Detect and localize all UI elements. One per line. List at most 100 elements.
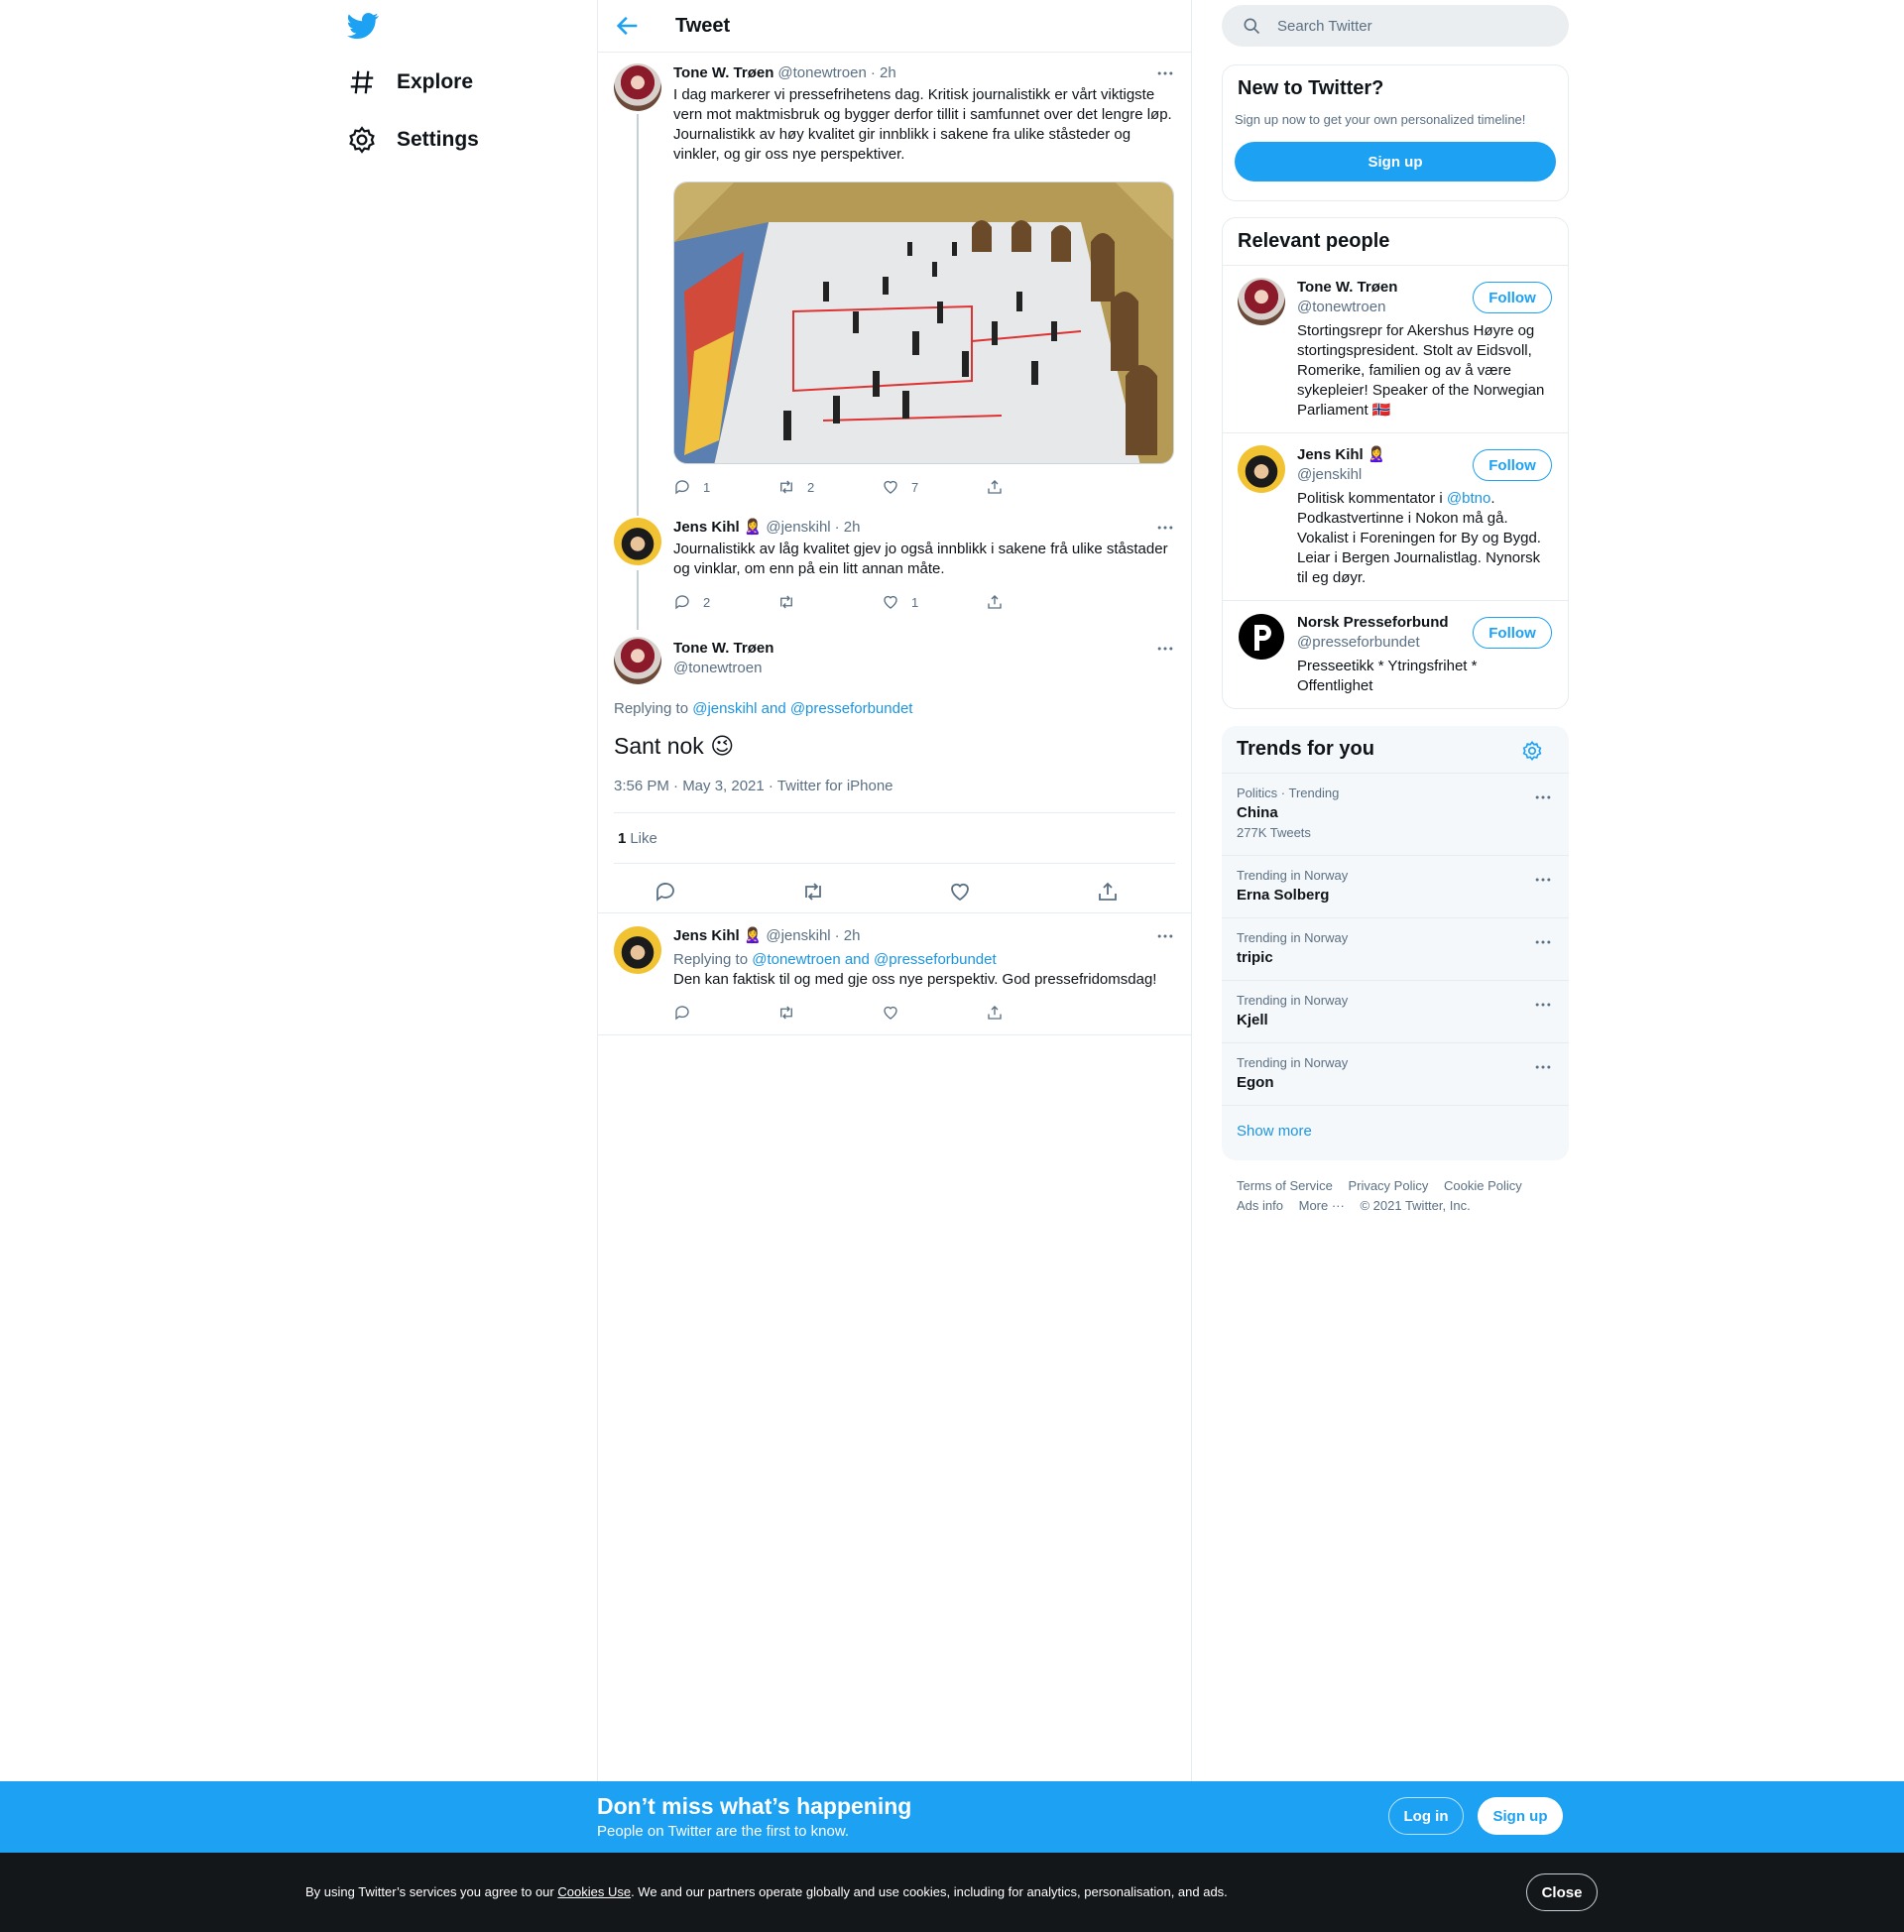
show-more-label[interactable]: Show more: [1237, 1123, 1312, 1140]
more-link[interactable]: More ···: [1299, 1198, 1345, 1213]
more-icon[interactable]: [1155, 63, 1175, 83]
share-button[interactable]: [986, 1004, 1090, 1022]
back-arrow-icon[interactable]: [614, 12, 642, 40]
tweet[interactable]: Tone W. Trøen @tonewtroen · 2h I dag mar…: [614, 63, 1175, 500]
share-icon[interactable]: [1096, 880, 1120, 904]
follow-button[interactable]: Follow: [1473, 282, 1552, 313]
author-name[interactable]: Jens Kihl: [673, 926, 740, 946]
author-name[interactable]: Tone W. Trøen: [673, 63, 774, 83]
person-item[interactable]: Norsk Presseforbund @presseforbundet Pre…: [1223, 600, 1568, 708]
retweet-icon[interactable]: [801, 880, 825, 904]
divider: [598, 1034, 1191, 1035]
like-button[interactable]: [882, 1004, 986, 1022]
close-button[interactable]: Close: [1526, 1873, 1598, 1911]
share-button[interactable]: [986, 593, 1090, 611]
tweet-photo[interactable]: [673, 181, 1174, 464]
author-name[interactable]: Tone W. Trøen: [673, 639, 1175, 659]
more-icon[interactable]: [1533, 787, 1553, 807]
likes-label: Like: [630, 829, 657, 847]
avatar[interactable]: [614, 518, 661, 565]
banner-subtitle: People on Twitter are the first to know.: [597, 1823, 850, 1840]
like-button[interactable]: 1: [882, 593, 986, 611]
avatar[interactable]: [614, 926, 661, 974]
replying-prefix: Replying to: [614, 700, 689, 717]
wink-emoji: 😉: [710, 733, 735, 759]
follow-button[interactable]: Follow: [1473, 449, 1552, 481]
author-handle[interactable]: @tonewtroen: [673, 659, 1175, 678]
tweet-timestamp[interactable]: 3:56 PM · May 3, 2021 · Twitter for iPho…: [614, 778, 893, 794]
replying-to-link[interactable]: @tonewtroen and @presseforbundet: [752, 951, 996, 968]
hall-photo-image: [674, 182, 1173, 463]
person-item[interactable]: Jens Kihl 🙎‍♀️ @jenskihl Politisk kommen…: [1223, 432, 1568, 600]
banner-signup-button[interactable]: Sign up: [1478, 1797, 1563, 1835]
presseforbund-logo-icon: [1239, 614, 1284, 660]
replying-to-link[interactable]: @jenskihl and @presseforbundet: [692, 700, 912, 717]
reply-button[interactable]: 1: [673, 478, 777, 496]
tweet[interactable]: Jens Kihl 🙎‍♀️ @jenskihl · 2h Replying t…: [614, 926, 1175, 1035]
avatar[interactable]: [1238, 613, 1285, 661]
author-handle[interactable]: @jenskihl: [766, 926, 830, 946]
tweet-time[interactable]: · 2h: [835, 926, 861, 946]
nav-settings[interactable]: Settings: [347, 115, 479, 165]
bio-mention-link[interactable]: @btno: [1447, 490, 1490, 507]
tweet-text: Sant nok: [614, 733, 704, 759]
author-name[interactable]: Jens Kihl: [673, 518, 740, 538]
share-icon: [988, 595, 1002, 609]
show-more-link[interactable]: Show more: [1222, 1105, 1569, 1158]
avatar[interactable]: [614, 63, 661, 111]
tweet[interactable]: Jens Kihl 🙎‍♀️ @jenskihl · 2h Journalist…: [614, 518, 1175, 622]
author-handle[interactable]: @jenskihl: [766, 518, 830, 538]
reply-button[interactable]: 2: [673, 593, 777, 611]
tweet-text: I dag markerer vi pressefrihetens dag. K…: [673, 86, 1172, 163]
replying-to: Replying to @tonewtroen and @presseforbu…: [673, 950, 1175, 970]
twitter-logo-icon[interactable]: [347, 10, 379, 42]
tweet-time[interactable]: · 2h: [835, 518, 861, 538]
avatar[interactable]: [1238, 445, 1285, 493]
login-button[interactable]: Log in: [1388, 1797, 1464, 1835]
cookies-use-link[interactable]: Cookies Use: [557, 1884, 631, 1899]
cookie-policy-link[interactable]: Cookie Policy: [1444, 1178, 1522, 1193]
person-bio: Politisk kommentator i @btno. Podkastver…: [1297, 489, 1552, 588]
likes-summary[interactable]: 1 Like: [614, 812, 1175, 864]
reply-icon[interactable]: [654, 880, 677, 904]
search-input[interactable]: Search Twitter: [1277, 18, 1372, 35]
author-handle[interactable]: @tonewtroen: [777, 63, 866, 83]
ads-info-link[interactable]: Ads info: [1237, 1198, 1283, 1213]
trends-title: Trends for you: [1237, 738, 1374, 760]
terms-link[interactable]: Terms of Service: [1237, 1178, 1333, 1193]
divider: [598, 912, 1191, 913]
trend-item[interactable]: Trending in Norway Erna Solberg: [1222, 855, 1569, 917]
sidebar-signup-button[interactable]: Sign up: [1235, 142, 1556, 181]
share-button[interactable]: [986, 478, 1090, 496]
like-button[interactable]: 7: [882, 478, 986, 496]
retweet-button[interactable]: [777, 1004, 882, 1022]
trend-item[interactable]: Politics · Trending China 277K Tweets: [1222, 773, 1569, 855]
gear-icon[interactable]: [1521, 740, 1543, 762]
person-item[interactable]: Tone W. Trøen @tonewtroen Stortingsrepr …: [1223, 265, 1568, 432]
trend-item[interactable]: Trending in Norway Egon: [1222, 1042, 1569, 1105]
more-icon[interactable]: [1155, 639, 1175, 659]
replying-to: Replying to @jenskihl and @presseforbund…: [614, 700, 912, 717]
more-icon[interactable]: [1533, 995, 1553, 1015]
person-name[interactable]: Jens Kihl: [1297, 446, 1364, 463]
tweet-author: Jens Kihl 🙎‍♀️ @jenskihl · 2h: [673, 518, 1175, 538]
trend-item[interactable]: Trending in Norway Kjell: [1222, 980, 1569, 1042]
more-icon[interactable]: [1533, 1057, 1553, 1077]
avatar[interactable]: [614, 637, 661, 684]
more-icon[interactable]: [1155, 926, 1175, 946]
tweet-time[interactable]: · 2h: [871, 63, 896, 83]
reply-button[interactable]: [673, 1004, 777, 1022]
more-icon[interactable]: [1533, 870, 1553, 890]
retweet-button[interactable]: [777, 593, 882, 611]
follow-button[interactable]: Follow: [1473, 617, 1552, 649]
search-box[interactable]: Search Twitter: [1222, 5, 1569, 47]
retweet-button[interactable]: 2: [777, 478, 882, 496]
heart-icon[interactable]: [948, 880, 972, 904]
avatar[interactable]: [1238, 278, 1285, 325]
trend-item[interactable]: Trending in Norway tripic: [1222, 917, 1569, 980]
privacy-link[interactable]: Privacy Policy: [1348, 1178, 1428, 1193]
more-icon[interactable]: [1155, 518, 1175, 538]
nav-explore[interactable]: Explore: [347, 58, 473, 107]
person-bio: Stortingsrepr for Akershus Høyre og stor…: [1297, 322, 1545, 419]
more-icon[interactable]: [1533, 932, 1553, 952]
